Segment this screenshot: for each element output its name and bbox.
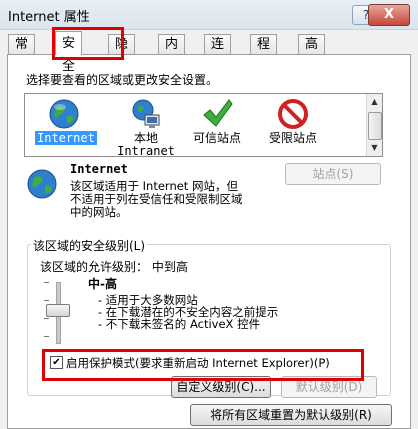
slider-tick	[44, 300, 49, 301]
selected-zone-globe-icon	[26, 168, 58, 200]
zone-internet-label: Internet	[35, 131, 97, 145]
zone-prompt: 选择要查看的区域或更改安全设置。	[26, 73, 219, 87]
slider-tick	[44, 336, 49, 337]
sites-button[interactable]: 站点(S)	[285, 163, 381, 185]
level-bullet-3: - 不下载未签名的 ActiveX 控件	[98, 317, 261, 331]
zone-description: 该区域适用于 Internet 网站，但 不适用于列在受信任和受限制区域 中的网…	[70, 179, 243, 219]
tab-privacy[interactable]: 隐私	[108, 34, 136, 71]
zone-intranet-label: 本地 Intranet	[117, 131, 175, 158]
slider-tick	[44, 318, 49, 319]
custom-level-button[interactable]: 自定义级别(C)...	[171, 376, 271, 398]
close-button[interactable]: X	[368, 4, 410, 26]
no-entry-icon	[277, 98, 309, 130]
title-bar: Internet 属性 ? X	[0, 0, 418, 30]
local-intranet-icon	[130, 98, 162, 130]
window-title: Internet 属性	[8, 10, 90, 25]
globe-icon	[48, 98, 80, 130]
tab-programs[interactable]: 程序	[250, 34, 278, 71]
zone-local-intranet[interactable]: 本地 Intranet	[111, 98, 181, 158]
tab-general[interactable]: 常规	[8, 34, 36, 71]
default-level-button[interactable]: 默认级别(D)	[281, 376, 377, 398]
zone-restricted-sites[interactable]: 受限站点	[261, 98, 325, 145]
zone-internet[interactable]: Internet	[35, 98, 97, 145]
zone-list-scrollbar[interactable]: ▲ ▼	[366, 94, 382, 156]
tab-advanced[interactable]: 高级	[298, 34, 326, 71]
tab-connections[interactable]: 连接	[204, 34, 232, 71]
tab-security[interactable]: 安全	[55, 31, 83, 74]
security-level-label: 该区域的安全级别(L)	[31, 237, 148, 254]
zone-trusted-sites[interactable]: 可信站点	[185, 98, 249, 145]
checkmark-icon	[201, 98, 233, 130]
zone-trusted-label: 可信站点	[192, 131, 241, 145]
zone-restricted-label: 受限站点	[268, 131, 317, 145]
protected-mode-label[interactable]: 启用保护模式(要求重新启动 Internet Explorer)(P)	[66, 355, 330, 371]
security-level-slider[interactable]	[46, 304, 70, 317]
scroll-thumb[interactable]	[368, 112, 382, 140]
level-name: 中-高	[88, 277, 117, 291]
slider-tick	[44, 282, 49, 283]
zone-list[interactable]: Internet 本地 Intranet 可信站点 受限站点 ▲ ▼	[24, 93, 383, 158]
scroll-up-arrow-icon[interactable]: ▲	[367, 95, 382, 109]
allowed-levels-text: 该区域的允许级别： 中到高	[40, 260, 188, 274]
reset-all-zones-button[interactable]: 将所有区域重置为默认级别(R)	[190, 404, 392, 426]
scroll-down-arrow-icon[interactable]: ▼	[367, 141, 382, 155]
protected-mode-checkbox[interactable]: ✔	[50, 356, 63, 369]
selected-zone-title: Internet	[70, 162, 128, 176]
tab-content[interactable]: 内容	[158, 34, 186, 71]
